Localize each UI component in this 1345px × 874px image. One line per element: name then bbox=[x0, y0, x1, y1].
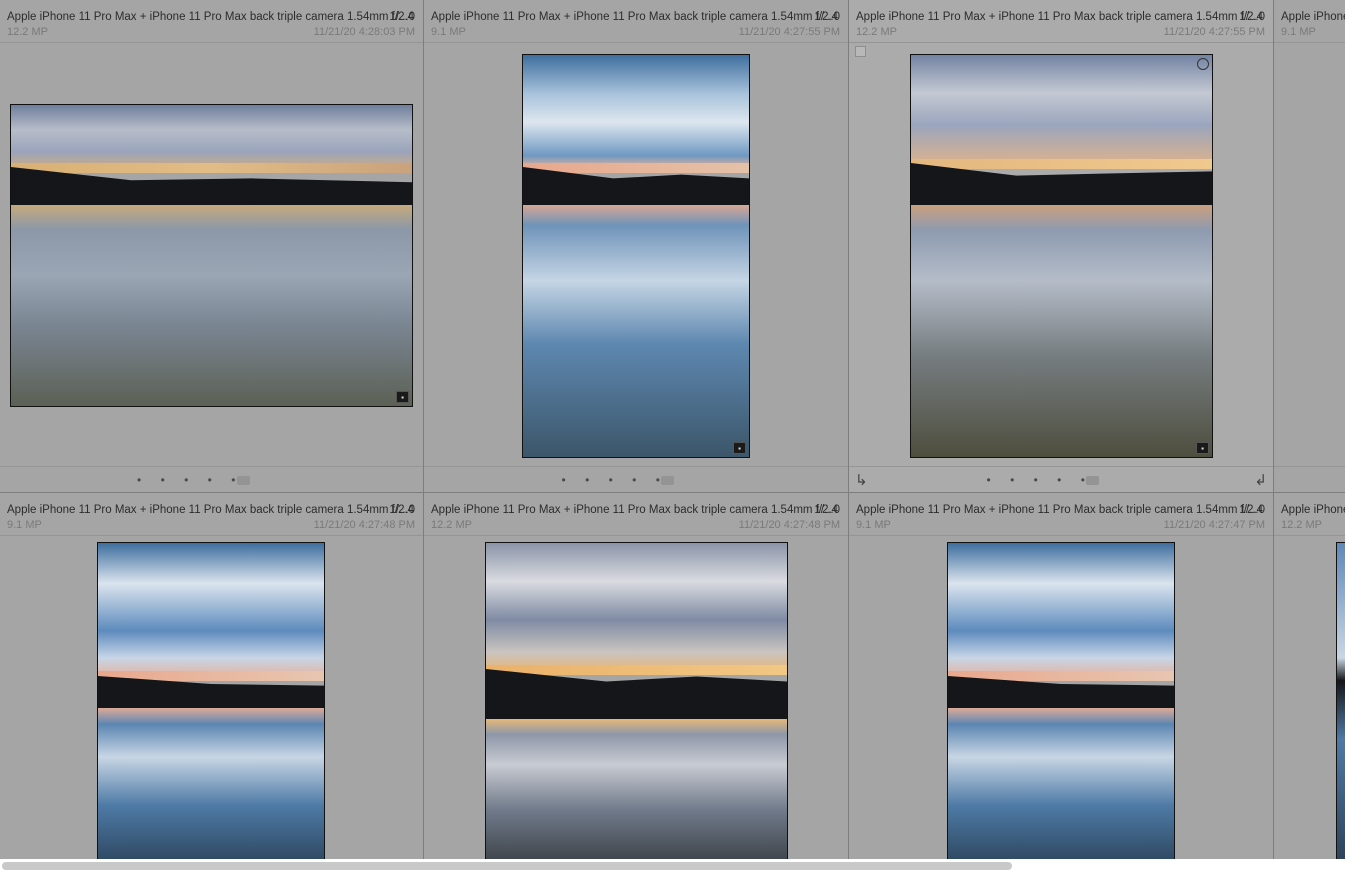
cell-metadata-header: Apple iPhone 11 Pro Max + iPhone 11 Pro … bbox=[849, 493, 1273, 536]
capture-date: 11/21/20 4:27:48 PM bbox=[313, 519, 415, 531]
capture-date: 11/21/20 4:27:55 PM bbox=[1163, 26, 1265, 38]
camera-info: Apple iPhone bbox=[1281, 11, 1345, 23]
shutter-speed: 1/...0 bbox=[389, 11, 415, 23]
grid-cell[interactable]: Apple iPhone 11 Pro Max + iPhone 11 Pro … bbox=[849, 493, 1274, 859]
camera-info: Apple iPhone bbox=[1281, 504, 1345, 516]
rotate-right-icon[interactable]: ↲ bbox=[1254, 471, 1267, 489]
star-rating[interactable]: • • • • • bbox=[137, 473, 243, 487]
comment-badge-icon: ▪ bbox=[396, 391, 409, 403]
grid-cell[interactable]: Apple iPhone 11 Pro Max + iPhone 11 Pro … bbox=[424, 493, 849, 859]
grid-cell-selected[interactable]: Apple iPhone 11 Pro Max + iPhone 11 Pro … bbox=[849, 0, 1274, 493]
rotate-left-icon[interactable]: ↳ bbox=[855, 471, 868, 489]
photo-thumbnail[interactable] bbox=[485, 542, 788, 859]
megapixels: 12.2 MP bbox=[856, 26, 897, 38]
camera-info: Apple iPhone 11 Pro Max + iPhone 11 Pro … bbox=[7, 11, 415, 23]
capture-date: 11/21/20 4:27:55 PM bbox=[738, 26, 840, 38]
star-rating[interactable]: • • • • • bbox=[562, 473, 668, 487]
pick-flag-icon[interactable] bbox=[855, 46, 866, 57]
cell-metadata-header: Apple iPhone 12.2 MP bbox=[1274, 493, 1345, 536]
megapixels: 9.1 MP bbox=[1281, 26, 1316, 38]
megapixels: 9.1 MP bbox=[7, 519, 42, 531]
comment-badge-icon: ▪ bbox=[733, 442, 746, 454]
megapixels: 12.2 MP bbox=[431, 519, 472, 531]
grid-cell-partial[interactable]: Apple iPhone 12.2 MP bbox=[1274, 493, 1345, 859]
star-rating[interactable]: • • • • • bbox=[987, 473, 1093, 487]
grid-cell[interactable]: Apple iPhone 11 Pro Max + iPhone 11 Pro … bbox=[0, 493, 424, 859]
cell-metadata-header: Apple iPhone 11 Pro Max + iPhone 11 Pro … bbox=[0, 493, 423, 536]
grid-cell-partial[interactable]: Apple iPhone 9.1 MP bbox=[1274, 0, 1345, 493]
camera-info: Apple iPhone 11 Pro Max + iPhone 11 Pro … bbox=[431, 504, 839, 516]
megapixels: 9.1 MP bbox=[431, 26, 466, 38]
photo-thumbnail[interactable]: ▪ bbox=[522, 54, 750, 458]
camera-info: Apple iPhone 11 Pro Max + iPhone 11 Pro … bbox=[856, 504, 1264, 516]
cell-footer: • • • • • bbox=[424, 466, 848, 492]
cell-metadata-header: Apple iPhone 9.1 MP bbox=[1274, 0, 1345, 43]
photo-thumbnail[interactable] bbox=[947, 542, 1175, 859]
comment-badge-icon: ▪ bbox=[1196, 442, 1209, 454]
shutter-speed: 1/...0 bbox=[814, 504, 840, 516]
cell-footer bbox=[1274, 466, 1345, 492]
grid-cell[interactable]: Apple iPhone 11 Pro Max + iPhone 11 Pro … bbox=[0, 0, 424, 493]
cell-metadata-header: Apple iPhone 11 Pro Max + iPhone 11 Pro … bbox=[0, 0, 423, 43]
grid-cell[interactable]: Apple iPhone 11 Pro Max + iPhone 11 Pro … bbox=[424, 0, 849, 493]
cell-metadata-header: Apple iPhone 11 Pro Max + iPhone 11 Pro … bbox=[424, 493, 848, 536]
horizontal-scrollbar[interactable] bbox=[0, 859, 1345, 874]
shutter-speed: 1/...0 bbox=[814, 11, 840, 23]
photo-thumbnail[interactable]: ▪ bbox=[10, 104, 413, 407]
cell-footer: • • • • • bbox=[0, 466, 423, 492]
capture-date: 11/21/20 4:27:47 PM bbox=[1163, 519, 1265, 531]
cell-metadata-header: Apple iPhone 11 Pro Max + iPhone 11 Pro … bbox=[849, 0, 1273, 43]
megapixels: 9.1 MP bbox=[856, 519, 891, 531]
color-label-indicator[interactable] bbox=[236, 476, 250, 485]
capture-date: 11/21/20 4:28:03 PM bbox=[313, 26, 415, 38]
cell-footer: ↳ • • • • • ↲ bbox=[849, 466, 1273, 492]
color-label-indicator[interactable] bbox=[1086, 476, 1099, 485]
capture-date: 11/21/20 4:27:48 PM bbox=[738, 519, 840, 531]
photo-thumbnail[interactable]: ▪ bbox=[910, 54, 1213, 458]
scrollbar-thumb[interactable] bbox=[2, 862, 1012, 870]
quick-collection-circle-icon[interactable] bbox=[1197, 58, 1209, 70]
camera-info: Apple iPhone 11 Pro Max + iPhone 11 Pro … bbox=[431, 11, 839, 23]
megapixels: 12.2 MP bbox=[1281, 519, 1322, 531]
color-label-indicator[interactable] bbox=[661, 476, 674, 485]
photo-thumbnail-partial[interactable] bbox=[1336, 542, 1345, 859]
library-grid-view: Apple iPhone 11 Pro Max + iPhone 11 Pro … bbox=[0, 0, 1345, 859]
camera-info: Apple iPhone 11 Pro Max + iPhone 11 Pro … bbox=[856, 11, 1264, 23]
shutter-speed: 1/...0 bbox=[1239, 504, 1265, 516]
photo-thumbnail[interactable] bbox=[97, 542, 325, 859]
megapixels: 12.2 MP bbox=[7, 26, 48, 38]
shutter-speed: 1/...0 bbox=[389, 504, 415, 516]
cell-metadata-header: Apple iPhone 11 Pro Max + iPhone 11 Pro … bbox=[424, 0, 848, 43]
camera-info: Apple iPhone 11 Pro Max + iPhone 11 Pro … bbox=[7, 504, 415, 516]
shutter-speed: 1/...0 bbox=[1239, 11, 1265, 23]
